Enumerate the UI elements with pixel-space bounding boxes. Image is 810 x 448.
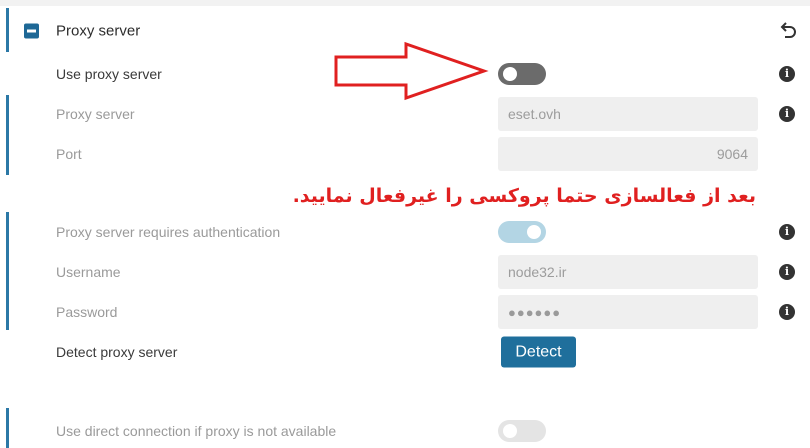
use-proxy-label: Use proxy server — [56, 66, 162, 82]
password-label: Password — [56, 304, 118, 320]
port-label: Port — [56, 146, 82, 162]
use-proxy-toggle[interactable] — [498, 63, 546, 85]
proxy-server-input[interactable]: eset.ovh — [498, 97, 758, 131]
detect-label: Detect proxy server — [56, 344, 178, 360]
toggle-knob — [527, 225, 541, 239]
undo-icon[interactable] — [778, 21, 798, 41]
info-icon[interactable]: i — [779, 264, 795, 280]
toggle-knob — [503, 424, 517, 438]
auth-row: Proxy server requires authentication i — [0, 212, 810, 252]
arrow-annotation — [334, 41, 489, 101]
proxy-server-row: Proxy server eset.ovh i — [0, 94, 810, 134]
direct-label: Use direct connection if proxy is not av… — [56, 423, 337, 439]
username-row: Username node32.ir i — [0, 252, 810, 292]
auth-toggle[interactable] — [498, 221, 546, 243]
port-input[interactable]: 9064 — [498, 137, 758, 171]
password-row: Password ●●●●●● i — [0, 292, 810, 332]
info-icon[interactable]: i — [779, 224, 795, 240]
collapse-icon[interactable] — [24, 23, 39, 39]
proxy-server-label: Proxy server — [56, 106, 135, 122]
username-input[interactable]: node32.ir — [498, 255, 758, 289]
info-icon[interactable]: i — [779, 304, 795, 320]
password-input[interactable]: ●●●●●● — [498, 295, 758, 329]
username-label: Username — [56, 264, 121, 280]
info-icon[interactable]: i — [779, 106, 795, 122]
annotation-note: بعد از فعالسازی حتما پروکسی را غیرفعال ن… — [292, 185, 756, 207]
detect-button[interactable]: Detect — [501, 336, 576, 368]
info-icon[interactable]: i — [779, 66, 795, 82]
direct-row: Use direct connection if proxy is not av… — [0, 411, 810, 448]
port-row: Port 9064 — [0, 134, 810, 174]
direct-toggle[interactable] — [498, 420, 546, 442]
detect-row: Detect proxy server Detect — [0, 332, 810, 372]
auth-label: Proxy server requires authentication — [56, 224, 281, 240]
section-title: Proxy server — [56, 22, 141, 40]
top-divider — [0, 0, 810, 6]
toggle-knob — [503, 67, 517, 81]
